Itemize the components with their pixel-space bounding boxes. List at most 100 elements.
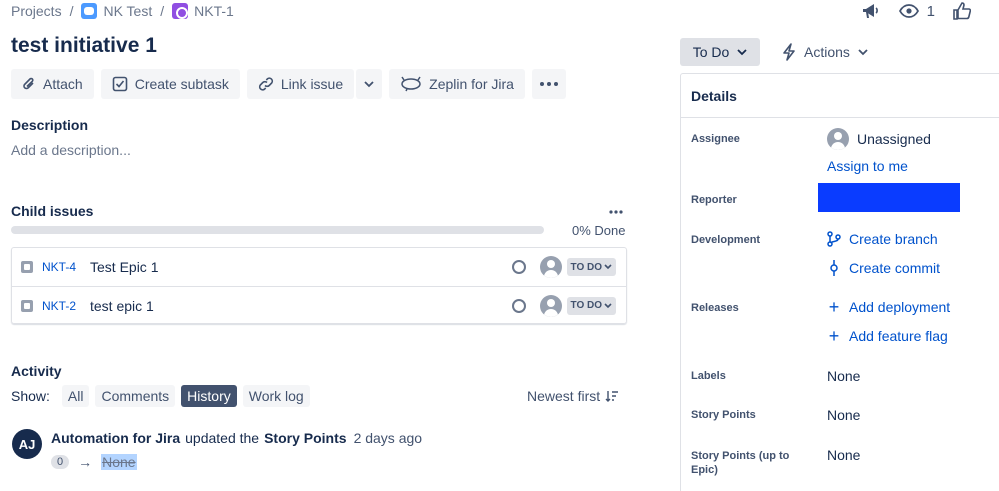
create-commit-link[interactable]: Create commit [827, 260, 940, 276]
plus-icon: + [828, 297, 840, 317]
details-heading[interactable]: Details [681, 74, 999, 118]
activity-heading: Activity [11, 363, 62, 379]
lightning-icon [783, 43, 795, 61]
labels-label: Labels [691, 370, 726, 382]
breadcrumb-issue-label: NKT-1 [194, 3, 234, 19]
activity-filter-bar: Show: All Comments History Work log [11, 385, 310, 407]
assign-to-me-link[interactable]: Assign to me [827, 158, 908, 174]
filter-comments[interactable]: Comments [95, 385, 176, 407]
child-issue-key[interactable]: NKT-4 [42, 260, 90, 274]
chevron-down-icon [604, 302, 612, 308]
create-subtask-label: Create subtask [134, 76, 229, 92]
story-points-value[interactable]: None [827, 407, 860, 423]
eye-icon [898, 4, 919, 18]
plus-icon: + [828, 326, 840, 346]
child-issues-more-button[interactable] [609, 201, 623, 217]
activity-verb: updated the [185, 430, 260, 446]
issue-top-actions: 1 [861, 0, 971, 22]
create-commit-label: Create commit [849, 260, 941, 276]
reporter-redacted[interactable] [818, 183, 960, 212]
issue-type-icon [21, 261, 33, 273]
filter-all[interactable]: All [61, 385, 90, 407]
development-label: Development [691, 234, 761, 246]
watch-button[interactable]: 1 [898, 3, 935, 20]
create-branch-link[interactable]: Create branch [827, 231, 938, 247]
branch-icon [827, 231, 841, 247]
breadcrumb-issue[interactable]: NKT-1 [172, 3, 234, 19]
child-issues-list: NKT-4 Test Epic 1 TO DO NKT-2 test epic … [11, 247, 627, 324]
actions-label: Actions [804, 44, 850, 60]
details-panel: Details Assignee Unassigned Assign to me… [680, 73, 999, 491]
story-points-epic-value[interactable]: None [827, 447, 860, 463]
sort-button[interactable]: Newest first [527, 388, 619, 404]
sort-label: Newest first [527, 388, 601, 404]
commit-icon [830, 260, 838, 276]
sort-icon [605, 391, 619, 402]
breadcrumb-separator: / [69, 3, 74, 19]
description-heading: Description [11, 117, 89, 133]
project-icon [81, 3, 98, 19]
filter-work-log[interactable]: Work log [242, 385, 310, 407]
create-subtask-button[interactable]: Create subtask [100, 69, 240, 99]
child-issues-progress-bar [11, 226, 544, 234]
actions-button[interactable]: Actions [776, 38, 874, 66]
more-actions-button[interactable] [531, 69, 566, 99]
add-feature-flag-link[interactable]: + Add feature flag [827, 326, 948, 346]
more-icon [609, 210, 623, 214]
add-deployment-link[interactable]: + Add deployment [827, 297, 950, 317]
activity-entry-text: Automation for Jira updated the Story Po… [51, 430, 422, 446]
show-label: Show: [11, 388, 50, 404]
reporter-label: Reporter [691, 194, 737, 206]
link-issue-button[interactable]: Link issue [246, 69, 355, 99]
issue-title[interactable]: test initiative 1 [11, 34, 157, 58]
zeplin-label: Zeplin for Jira [429, 76, 514, 92]
child-issue-row[interactable]: NKT-2 test epic 1 TO DO [12, 286, 626, 324]
chevron-down-icon [737, 49, 747, 56]
activity-time: 2 days ago [353, 430, 423, 446]
subtask-icon [112, 76, 128, 92]
epic-icon [172, 3, 189, 19]
zeplin-button[interactable]: Zeplin for Jira [389, 69, 525, 99]
breadcrumb-project[interactable]: NK Test [81, 3, 152, 19]
avatar[interactable] [539, 294, 562, 317]
avatar[interactable] [539, 256, 562, 278]
labels-value[interactable]: None [827, 368, 860, 384]
assignee-value: Unassigned [857, 131, 931, 147]
assignee-field[interactable]: Unassigned [827, 128, 931, 150]
breadcrumb-separator: / [160, 3, 165, 19]
thumbs-up-icon[interactable] [953, 2, 971, 20]
breadcrumb-projects[interactable]: Projects [11, 3, 62, 19]
status-dropdown[interactable]: TO DO [566, 258, 616, 276]
progress-text: 0% Done [572, 223, 626, 238]
attach-label: Attach [43, 76, 83, 92]
child-issues-heading: Child issues [11, 203, 94, 219]
attach-button[interactable]: Attach [11, 69, 94, 99]
description-input[interactable]: Add a description... [11, 142, 131, 158]
chevron-down-icon [604, 264, 612, 270]
breadcrumb-project-label: NK Test [103, 3, 153, 19]
link-issue-dropdown[interactable] [356, 69, 383, 99]
child-issue-key[interactable]: NKT-2 [42, 299, 90, 313]
status-button-label: To Do [692, 44, 730, 60]
priority-icon [511, 298, 526, 313]
status-label: TO DO [570, 300, 602, 311]
child-issue-summary[interactable]: test epic 1 [90, 298, 512, 314]
activity-change: 0 → None [51, 454, 137, 470]
status-button[interactable]: To Do [680, 38, 760, 66]
avatar[interactable]: AJ [12, 429, 42, 459]
link-issue-split: Link issue [246, 69, 383, 99]
status-dropdown[interactable]: TO DO [566, 296, 616, 315]
filter-history[interactable]: History [181, 385, 237, 407]
releases-label: Releases [691, 302, 739, 314]
old-value-badge: 0 [51, 455, 70, 469]
megaphone-icon[interactable] [861, 2, 881, 20]
more-icon [539, 82, 558, 86]
child-issue-row[interactable]: NKT-4 Test Epic 1 TO DO [12, 248, 626, 286]
chevron-down-icon [364, 81, 374, 88]
child-issue-summary[interactable]: Test Epic 1 [90, 259, 512, 275]
priority-icon [511, 260, 526, 274]
activity-actor[interactable]: Automation for Jira [51, 430, 180, 446]
story-points-epic-label: Story Points (up to Epic) [691, 450, 790, 476]
paperclip-icon [23, 77, 34, 90]
arrow-right-icon: → [78, 454, 93, 470]
